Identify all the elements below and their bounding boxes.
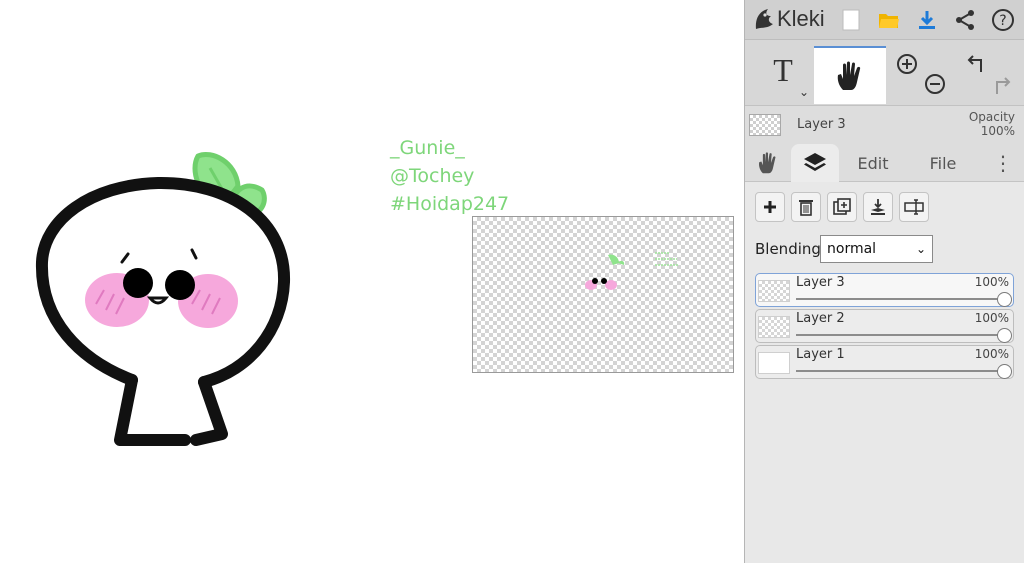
drawing-canvas[interactable]: _Gunie_ @Tochey #Hoidap247: [0, 0, 744, 563]
opacity-value: 100%: [980, 124, 1015, 138]
layer-row[interactable]: Layer 1 100%: [755, 345, 1014, 379]
layer-name: Layer 1: [796, 347, 845, 362]
redo-button[interactable]: [989, 72, 1013, 96]
new-file-button[interactable]: [837, 6, 865, 34]
tab-layers[interactable]: [791, 144, 839, 182]
svg-text:?: ?: [999, 13, 1006, 29]
zoom-in-icon: [897, 54, 917, 74]
text-tool-icon: T: [773, 52, 793, 88]
tab-edit[interactable]: Edit: [845, 144, 901, 182]
top-toolbar: Kleki ?: [745, 0, 1024, 40]
opacity-slider-track[interactable]: [796, 298, 1004, 300]
redo-icon: [996, 77, 1011, 94]
tab-file[interactable]: File: [915, 144, 971, 182]
hand-icon: [837, 61, 861, 90]
kleki-logo-icon: [755, 9, 773, 29]
current-layer-thumbnail: [749, 114, 781, 136]
merge-down-button[interactable]: [863, 192, 893, 222]
undo-button[interactable]: [965, 52, 989, 76]
opacity-label: Opacity: [968, 110, 1015, 124]
app-name: Kleki: [777, 6, 825, 31]
add-layer-button[interactable]: [755, 192, 785, 222]
more-options-icon[interactable]: ⋮: [989, 144, 1017, 182]
layer-opacity: 100%: [974, 275, 1009, 289]
text-tool-button[interactable]: T ⌄: [765, 48, 809, 98]
current-layer-name: Layer 3: [797, 117, 846, 132]
duplicate-layer-button[interactable]: [827, 192, 857, 222]
download-button[interactable]: [913, 6, 941, 34]
undo-icon: [967, 55, 982, 72]
trash-icon: [799, 200, 813, 216]
handle-gunie: _Gunie_: [390, 137, 465, 159]
chevron-down-icon: ⌄: [915, 242, 926, 256]
opacity-slider-knob[interactable]: [997, 364, 1012, 379]
zoom-out-icon: [925, 74, 945, 94]
zoom-in-button[interactable]: [895, 52, 919, 76]
blending-label: Blending: [755, 240, 821, 258]
open-button[interactable]: [875, 6, 903, 34]
tool-row: T ⌄: [745, 40, 1024, 106]
share-button[interactable]: [951, 6, 979, 34]
author-handles: _Gunie_ @Tochey #Hoidap247: [390, 134, 509, 218]
tab-hand[interactable]: [749, 144, 787, 182]
opacity-slider-knob[interactable]: [997, 328, 1012, 343]
rename-layer-button[interactable]: [899, 192, 929, 222]
layers-panel: Blending normal ⌄ Layer 3 100% Layer 2 100%…: [745, 182, 1024, 563]
current-layer-opacity: Opacity 100%: [969, 110, 1015, 138]
share-icon: [956, 10, 974, 30]
opacity-slider-track[interactable]: [796, 334, 1004, 336]
layers-icon: [804, 153, 826, 171]
merge-down-icon: [871, 199, 885, 215]
opacity-slider-knob[interactable]: [997, 292, 1012, 307]
opacity-slider-track[interactable]: [796, 370, 1004, 372]
plus-icon: [764, 201, 776, 213]
hand-tool-button[interactable]: [814, 46, 886, 104]
layer-row[interactable]: Layer 2 100%: [755, 309, 1014, 343]
preview-drawing: [585, 252, 679, 290]
layer-thumbnail: [758, 316, 790, 338]
zoom-out-button[interactable]: [923, 72, 947, 96]
blending-select[interactable]: normal ⌄: [820, 235, 933, 263]
layer-name: Layer 2: [796, 311, 845, 326]
chevron-down-icon[interactable]: ⌄: [799, 86, 809, 98]
help-icon: ?: [992, 9, 1014, 31]
layer-thumbnail: [758, 352, 790, 374]
layer-opacity: 100%: [974, 347, 1009, 361]
download-icon: [919, 11, 935, 29]
canvas-preview[interactable]: [472, 216, 734, 373]
handle-hoidap: #Hoidap247: [390, 193, 510, 215]
layer-name: Layer 3: [796, 275, 845, 290]
duplicate-icon: [833, 198, 851, 215]
current-layer-status: Layer 3 Opacity 100%: [745, 106, 1024, 144]
blending-value: normal: [827, 241, 877, 257]
rename-icon: [904, 199, 924, 215]
open-folder-icon: [879, 14, 899, 28]
layer-thumbnail: [758, 280, 790, 302]
layer-row[interactable]: Layer 3 100%: [755, 273, 1014, 307]
new-file-icon: [842, 9, 860, 31]
delete-layer-button[interactable]: [791, 192, 821, 222]
hand-icon: [759, 152, 776, 174]
panel-tabs: Edit File ⋮: [745, 144, 1024, 182]
handle-tochey: @Tochey: [390, 165, 475, 187]
side-panel: Kleki ? T ⌄ Layer 3 Opacity 100% Edit Fi…: [744, 0, 1024, 563]
kleki-logo[interactable]: Kleki: [753, 6, 825, 32]
layer-opacity: 100%: [974, 311, 1009, 325]
help-button[interactable]: ?: [989, 6, 1017, 34]
